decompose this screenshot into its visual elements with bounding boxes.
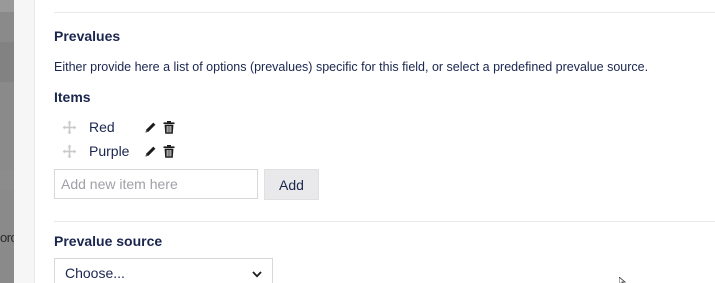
prevalue-source-select[interactable]: Choose... bbox=[54, 258, 273, 283]
trash-icon[interactable] bbox=[161, 119, 177, 135]
divider bbox=[54, 12, 715, 13]
pencil-icon[interactable] bbox=[142, 143, 158, 159]
select-value: Choose... bbox=[65, 265, 125, 281]
item-label: Red bbox=[89, 119, 115, 135]
list-item: Purple bbox=[54, 140, 254, 162]
drag-handle-icon[interactable] bbox=[54, 116, 84, 138]
chevron-down-icon bbox=[252, 265, 262, 281]
item-label: Purple bbox=[89, 143, 130, 159]
divider bbox=[54, 221, 715, 222]
settings-panel: Prevalues Either provide here a list of … bbox=[35, 0, 715, 283]
pencil-icon[interactable] bbox=[142, 119, 158, 135]
panel-gutter bbox=[14, 0, 35, 283]
section-title: Prevalues bbox=[54, 28, 121, 44]
new-item-input[interactable] bbox=[54, 169, 258, 199]
items-label: Items bbox=[54, 89, 91, 105]
drag-handle-icon[interactable] bbox=[54, 140, 84, 162]
background-overlay: orc bbox=[0, 0, 17, 283]
mouse-cursor-icon bbox=[619, 277, 627, 283]
add-item-button[interactable]: Add bbox=[264, 169, 319, 200]
list-item: Red bbox=[54, 116, 254, 138]
trash-icon[interactable] bbox=[161, 143, 177, 159]
prevalue-source-label: Prevalue source bbox=[54, 233, 163, 249]
prevalues-editor-screen: orc Prevalues Either provide here a list… bbox=[0, 0, 715, 283]
section-description: Either provide here a list of options (p… bbox=[54, 60, 649, 74]
